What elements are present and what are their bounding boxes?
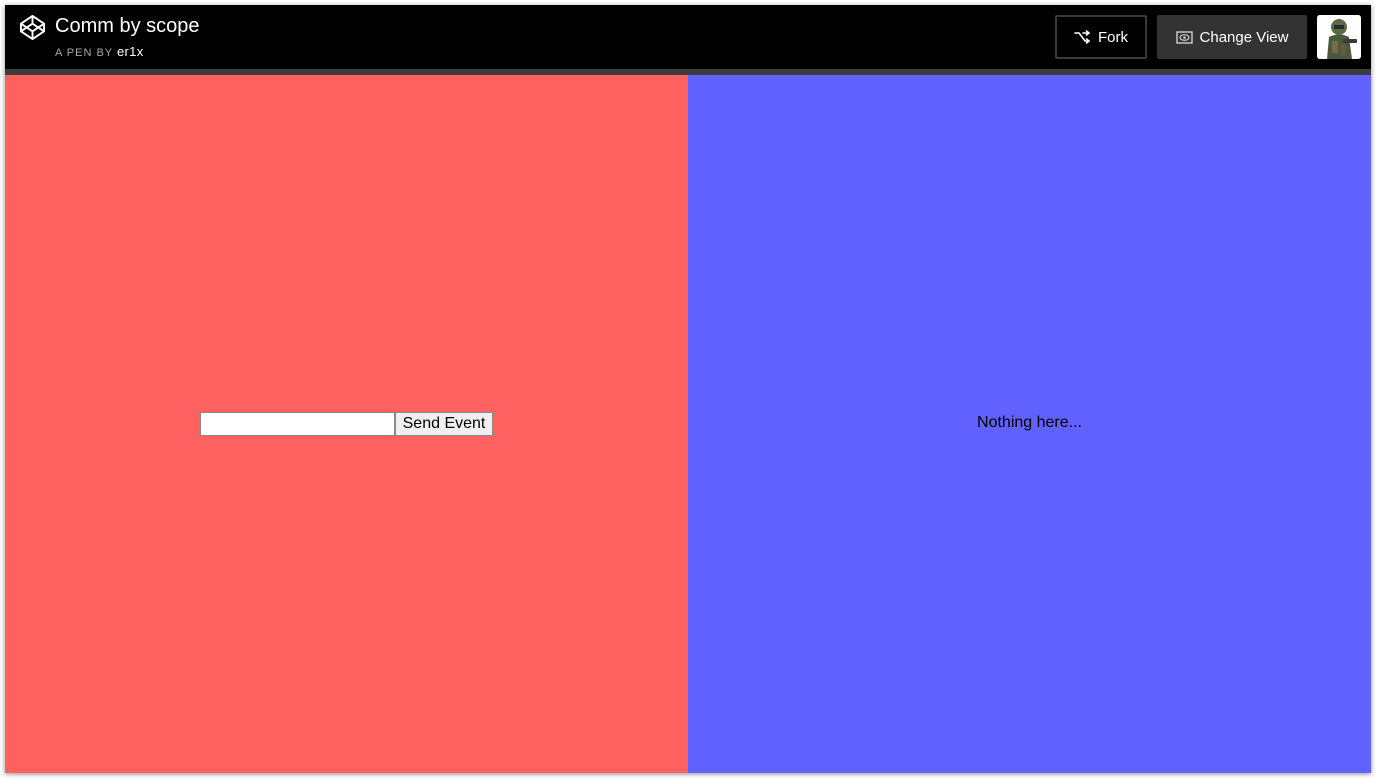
- event-input[interactable]: [200, 412, 395, 436]
- change-view-label: Change View: [1199, 28, 1289, 46]
- pen-frame: Comm by scope A PEN BY er1x Fork Change …: [5, 5, 1371, 773]
- user-avatar-icon[interactable]: [1317, 15, 1361, 59]
- receiver-pane: Nothing here...: [688, 75, 1371, 773]
- receiver-status-text: Nothing here...: [977, 414, 1082, 431]
- pen-header: Comm by scope A PEN BY er1x Fork Change …: [5, 5, 1371, 69]
- fork-button[interactable]: Fork: [1055, 15, 1147, 59]
- send-event-button[interactable]: Send Event: [395, 412, 493, 436]
- fork-icon: [1074, 30, 1091, 44]
- event-form: Send Event: [200, 412, 493, 436]
- avatar-figure-icon: [1317, 15, 1361, 59]
- eye-icon: [1175, 31, 1193, 44]
- pen-title: Comm by scope: [55, 15, 200, 37]
- pen-byline: A PEN BY er1x: [55, 44, 144, 59]
- codepen-logo-icon[interactable]: [19, 14, 46, 41]
- byline-prefix: A PEN BY: [55, 47, 113, 59]
- sender-pane: Send Event: [5, 75, 688, 773]
- fork-label: Fork: [1098, 28, 1128, 46]
- author-link[interactable]: er1x: [117, 44, 144, 59]
- change-view-button[interactable]: Change View: [1157, 15, 1307, 59]
